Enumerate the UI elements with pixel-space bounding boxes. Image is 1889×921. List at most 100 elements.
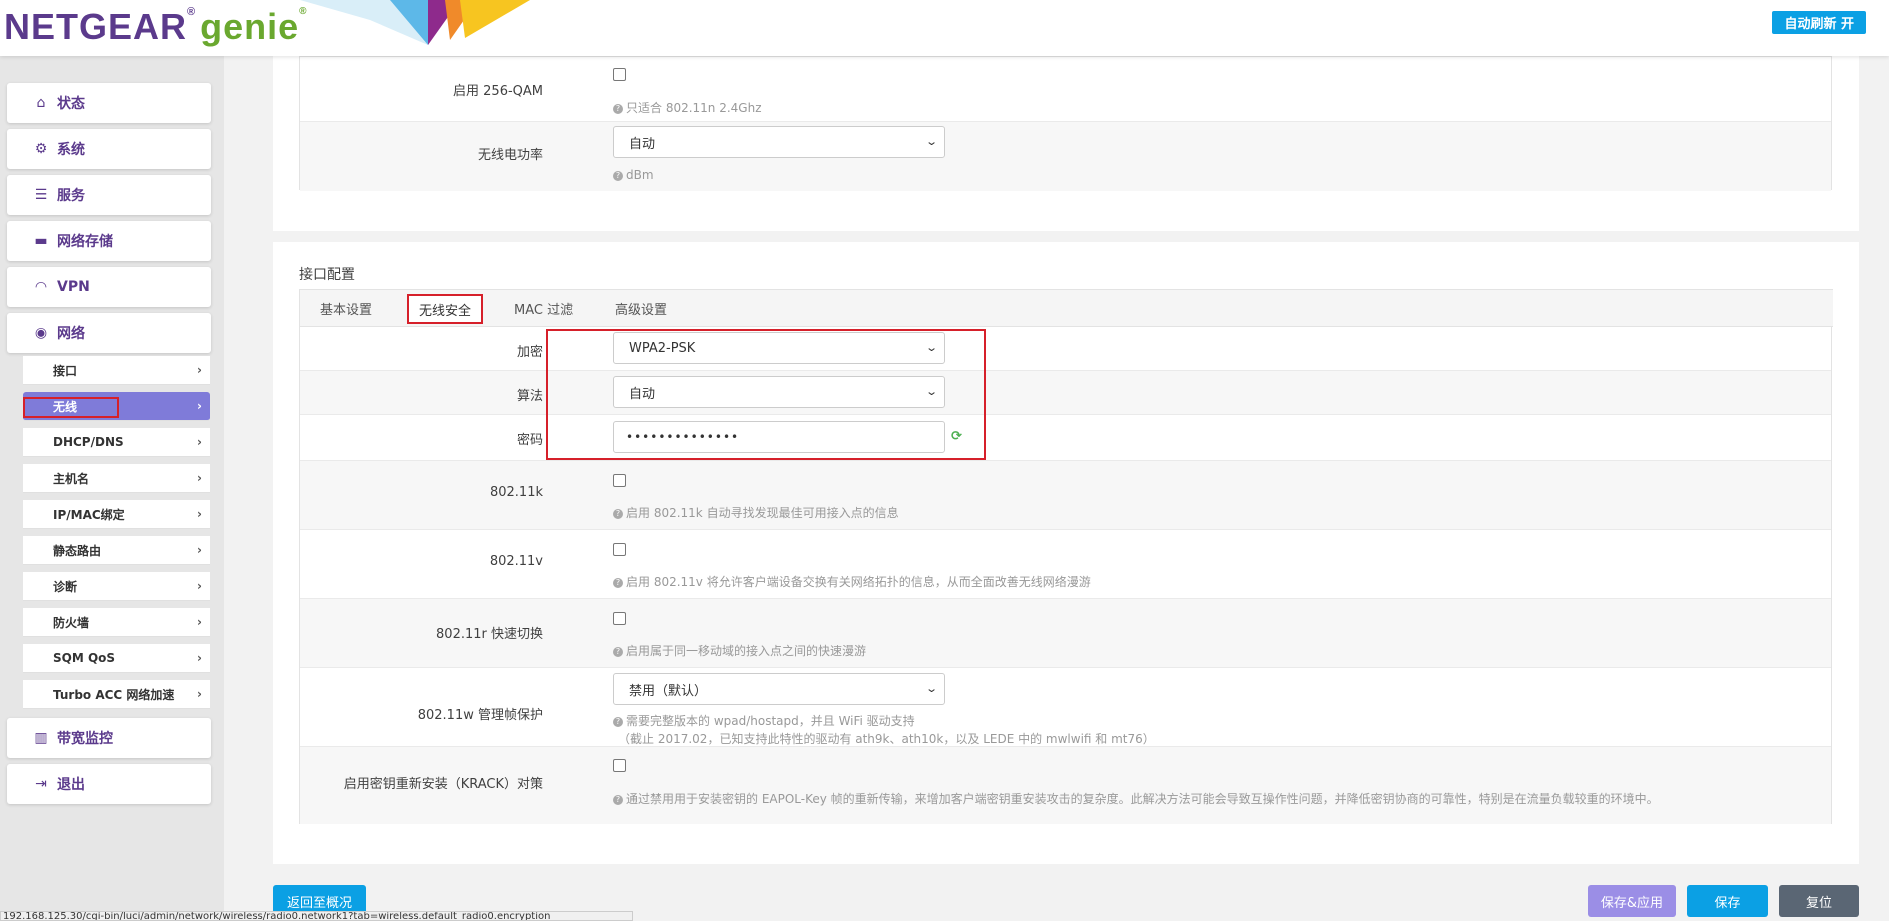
cipher-row: 算法 自动 ⌄	[300, 371, 1831, 415]
sidebar-subitem-static-routes[interactable]: 静态路由 ›	[23, 536, 210, 565]
interface-table: 基本设置 无线安全 MAC 过滤 高级设置 加密 WPA2-PSK ⌄ 算法 自动…	[299, 289, 1833, 824]
v-label: 802.11v	[489, 554, 543, 569]
password-row: 密码 •••••••••••••• ⟳	[300, 415, 1831, 461]
bar-chart-icon: ▥	[34, 730, 48, 746]
home-icon: ⌂	[36, 95, 46, 111]
k-checkbox[interactable]	[613, 474, 626, 487]
chevron-right-icon: ›	[197, 651, 202, 665]
netgear-genie-logo: NETGEAR® genie®	[4, 6, 308, 47]
decorative-shapes	[300, 0, 530, 45]
save-button[interactable]: 保存	[1687, 885, 1768, 917]
chevron-right-icon: ›	[197, 399, 202, 413]
power-hint: ? dBm	[613, 168, 654, 182]
chevron-right-icon: ›	[197, 543, 202, 557]
help-icon: ?	[613, 509, 623, 519]
w-row: 802.11w 管理帧保护 禁用（默认） ⌄ ? 需要完整版本的 wpad/host…	[300, 668, 1831, 747]
sidebar-item-bandwidth-monitor[interactable]: ▥ 带宽监控	[7, 718, 211, 758]
gauge-icon: ◠	[34, 279, 48, 295]
drive-icon: ▬	[34, 233, 48, 249]
help-icon: ?	[613, 578, 623, 588]
chevron-right-icon: ›	[197, 471, 202, 485]
k-hint: ? 启用 802.11k 自动寻找发现最佳可用接入点的信息	[613, 504, 899, 521]
auto-refresh-button[interactable]: 自动刷新 开	[1772, 11, 1866, 34]
help-icon: ?	[613, 171, 623, 181]
qam-row: 启用 256-QAM ? 只适合 802.11n 2.4Ghz	[300, 57, 1831, 122]
qam-checkbox[interactable]	[613, 68, 626, 81]
chevron-down-icon: ⌄	[924, 682, 938, 695]
highlight-box	[546, 329, 986, 460]
v-row: 802.11v ? 启用 802.11v 将允许客户端设备交换有关网络拓扑的信息，…	[300, 530, 1831, 599]
chevron-right-icon: ›	[197, 615, 202, 629]
chevron-right-icon: ›	[197, 363, 202, 377]
sidebar-item-nas[interactable]: ▬ 网络存储	[7, 221, 211, 261]
sidebar-item-network[interactable]: ◉ 网络	[7, 313, 211, 353]
chevron-right-icon: ›	[197, 435, 202, 449]
power-row: 无线电功率 自动 ⌄ ? dBm	[300, 122, 1831, 191]
sidebar-subitem-dhcp-dns[interactable]: DHCP/DNS ›	[23, 428, 210, 457]
globe-icon: ◉	[34, 325, 48, 341]
w-hint-note: （截止 2017.02，已知支持此特性的驱动有 ath9k、ath10k，以及 …	[618, 732, 1155, 746]
krack-hint: ? 通过禁用用于安装密钥的 EAPOL-Key 帧的重新传输，来增加客户端密钥重安…	[613, 790, 1659, 807]
r-row: 802.11r 快速切换 ? 启用属于同一移动域的接入点之间的快速漫游	[300, 599, 1831, 668]
sidebar-item-services[interactable]: ☰ 服务	[7, 175, 211, 215]
interface-config-panel: 接口配置 基本设置 无线安全 MAC 过滤 高级设置 加密 WPA2-PSK ⌄ …	[273, 242, 1859, 864]
w-select[interactable]: 禁用（默认） ⌄	[613, 673, 945, 705]
krack-label: 启用密钥重新安装（KRACK）对策	[343, 777, 543, 792]
k-label: 802.11k	[489, 485, 543, 500]
chevron-right-icon: ›	[197, 687, 202, 701]
sidebar-item-status[interactable]: ⌂ 状态	[7, 83, 211, 123]
sidebar-item-system[interactable]: ⚙ 系统	[7, 129, 211, 169]
tab-bar: 基本设置 无线安全 MAC 过滤 高级设置	[300, 289, 1833, 327]
chevron-right-icon: ›	[197, 579, 202, 593]
sidebar-item-vpn[interactable]: ◠ VPN	[7, 267, 211, 307]
tab-advanced[interactable]: 高级设置	[615, 290, 667, 326]
sidebar-subitem-hostnames[interactable]: 主机名 ›	[23, 464, 210, 493]
r-hint: ? 启用属于同一移动域的接入点之间的快速漫游	[613, 642, 866, 659]
krack-row: 启用密钥重新安装（KRACK）对策 ? 通过禁用用于安装密钥的 EAPOL-Key…	[300, 747, 1831, 824]
list-icon: ☰	[34, 187, 48, 203]
v-hint: ? 启用 802.11v 将允许客户端设备交换有关网络拓扑的信息，从而全面改善无线…	[613, 573, 1091, 590]
help-icon: ?	[613, 795, 623, 805]
help-icon: ?	[613, 717, 623, 727]
sidebar-subitem-sqm-qos[interactable]: SQM QoS ›	[23, 644, 210, 673]
sidebar-subitem-diagnostics[interactable]: 诊断 ›	[23, 572, 210, 601]
help-icon: ?	[613, 104, 623, 114]
power-select[interactable]: 自动 ⌄	[613, 126, 945, 158]
sidebar-subitem-ip-mac-binding[interactable]: IP/MAC绑定 ›	[23, 500, 210, 529]
gears-icon: ⚙	[34, 141, 48, 157]
sidebar-subitem-interfaces[interactable]: 接口 ›	[23, 356, 210, 385]
reset-button[interactable]: 复位	[1779, 885, 1859, 917]
krack-checkbox[interactable]	[613, 759, 626, 772]
v-checkbox[interactable]	[613, 543, 626, 556]
power-label: 无线电功率	[477, 148, 543, 163]
qam-label: 启用 256-QAM	[453, 84, 543, 99]
r-label: 802.11r 快速切换	[436, 627, 543, 642]
r-checkbox[interactable]	[613, 612, 626, 625]
tab-mac-filter[interactable]: MAC 过滤	[514, 290, 573, 326]
sidebar-item-logout[interactable]: ⇥ 退出	[7, 764, 211, 804]
chevron-right-icon: ›	[197, 507, 202, 521]
header: NETGEAR® genie® 自动刷新 开	[0, 0, 1889, 56]
qam-hint: ? 只适合 802.11n 2.4Ghz	[613, 99, 762, 116]
browser-status-url: 192.168.125.30/cgi-bin/luci/admin/networ…	[0, 911, 633, 921]
w-hint: ? 需要完整版本的 wpad/hostapd，并且 WiFi 驱动支持	[613, 712, 915, 729]
tab-basic[interactable]: 基本设置	[320, 290, 372, 326]
device-config-panel: 启用 256-QAM ? 只适合 802.11n 2.4Ghz 无线电功率 自动 ⌄…	[273, 56, 1859, 231]
section-title: 接口配置	[299, 267, 355, 283]
sign-out-icon: ⇥	[35, 776, 47, 792]
encrypt-row: 加密 WPA2-PSK ⌄	[300, 327, 1831, 371]
device-config-table: 启用 256-QAM ? 只适合 802.11n 2.4Ghz 无线电功率 自动 ⌄…	[299, 56, 1832, 191]
password-label: 密码	[516, 433, 543, 448]
chevron-down-icon: ⌄	[924, 135, 938, 148]
highlight-box	[23, 397, 119, 418]
encrypt-label: 加密	[516, 345, 543, 360]
help-icon: ?	[613, 647, 623, 657]
w-label: 802.11w 管理帧保护	[417, 708, 543, 723]
sidebar-subitem-firewall[interactable]: 防火墙 ›	[23, 608, 210, 637]
k-row: 802.11k ? 启用 802.11k 自动寻找发现最佳可用接入点的信息	[300, 461, 1831, 530]
tab-wireless-security[interactable]: 无线安全	[407, 294, 484, 324]
save-apply-button[interactable]: 保存&应用	[1588, 885, 1676, 917]
sidebar-subitem-turbo-acc[interactable]: Turbo ACC 网络加速 ›	[23, 680, 210, 709]
cipher-label: 算法	[516, 389, 543, 404]
sidebar: ⌂ 状态 ⚙ 系统 ☰ 服务 ▬ 网络存储 ◠ VPN ◉ 网络 接口 › 无线 ›…	[0, 56, 224, 921]
